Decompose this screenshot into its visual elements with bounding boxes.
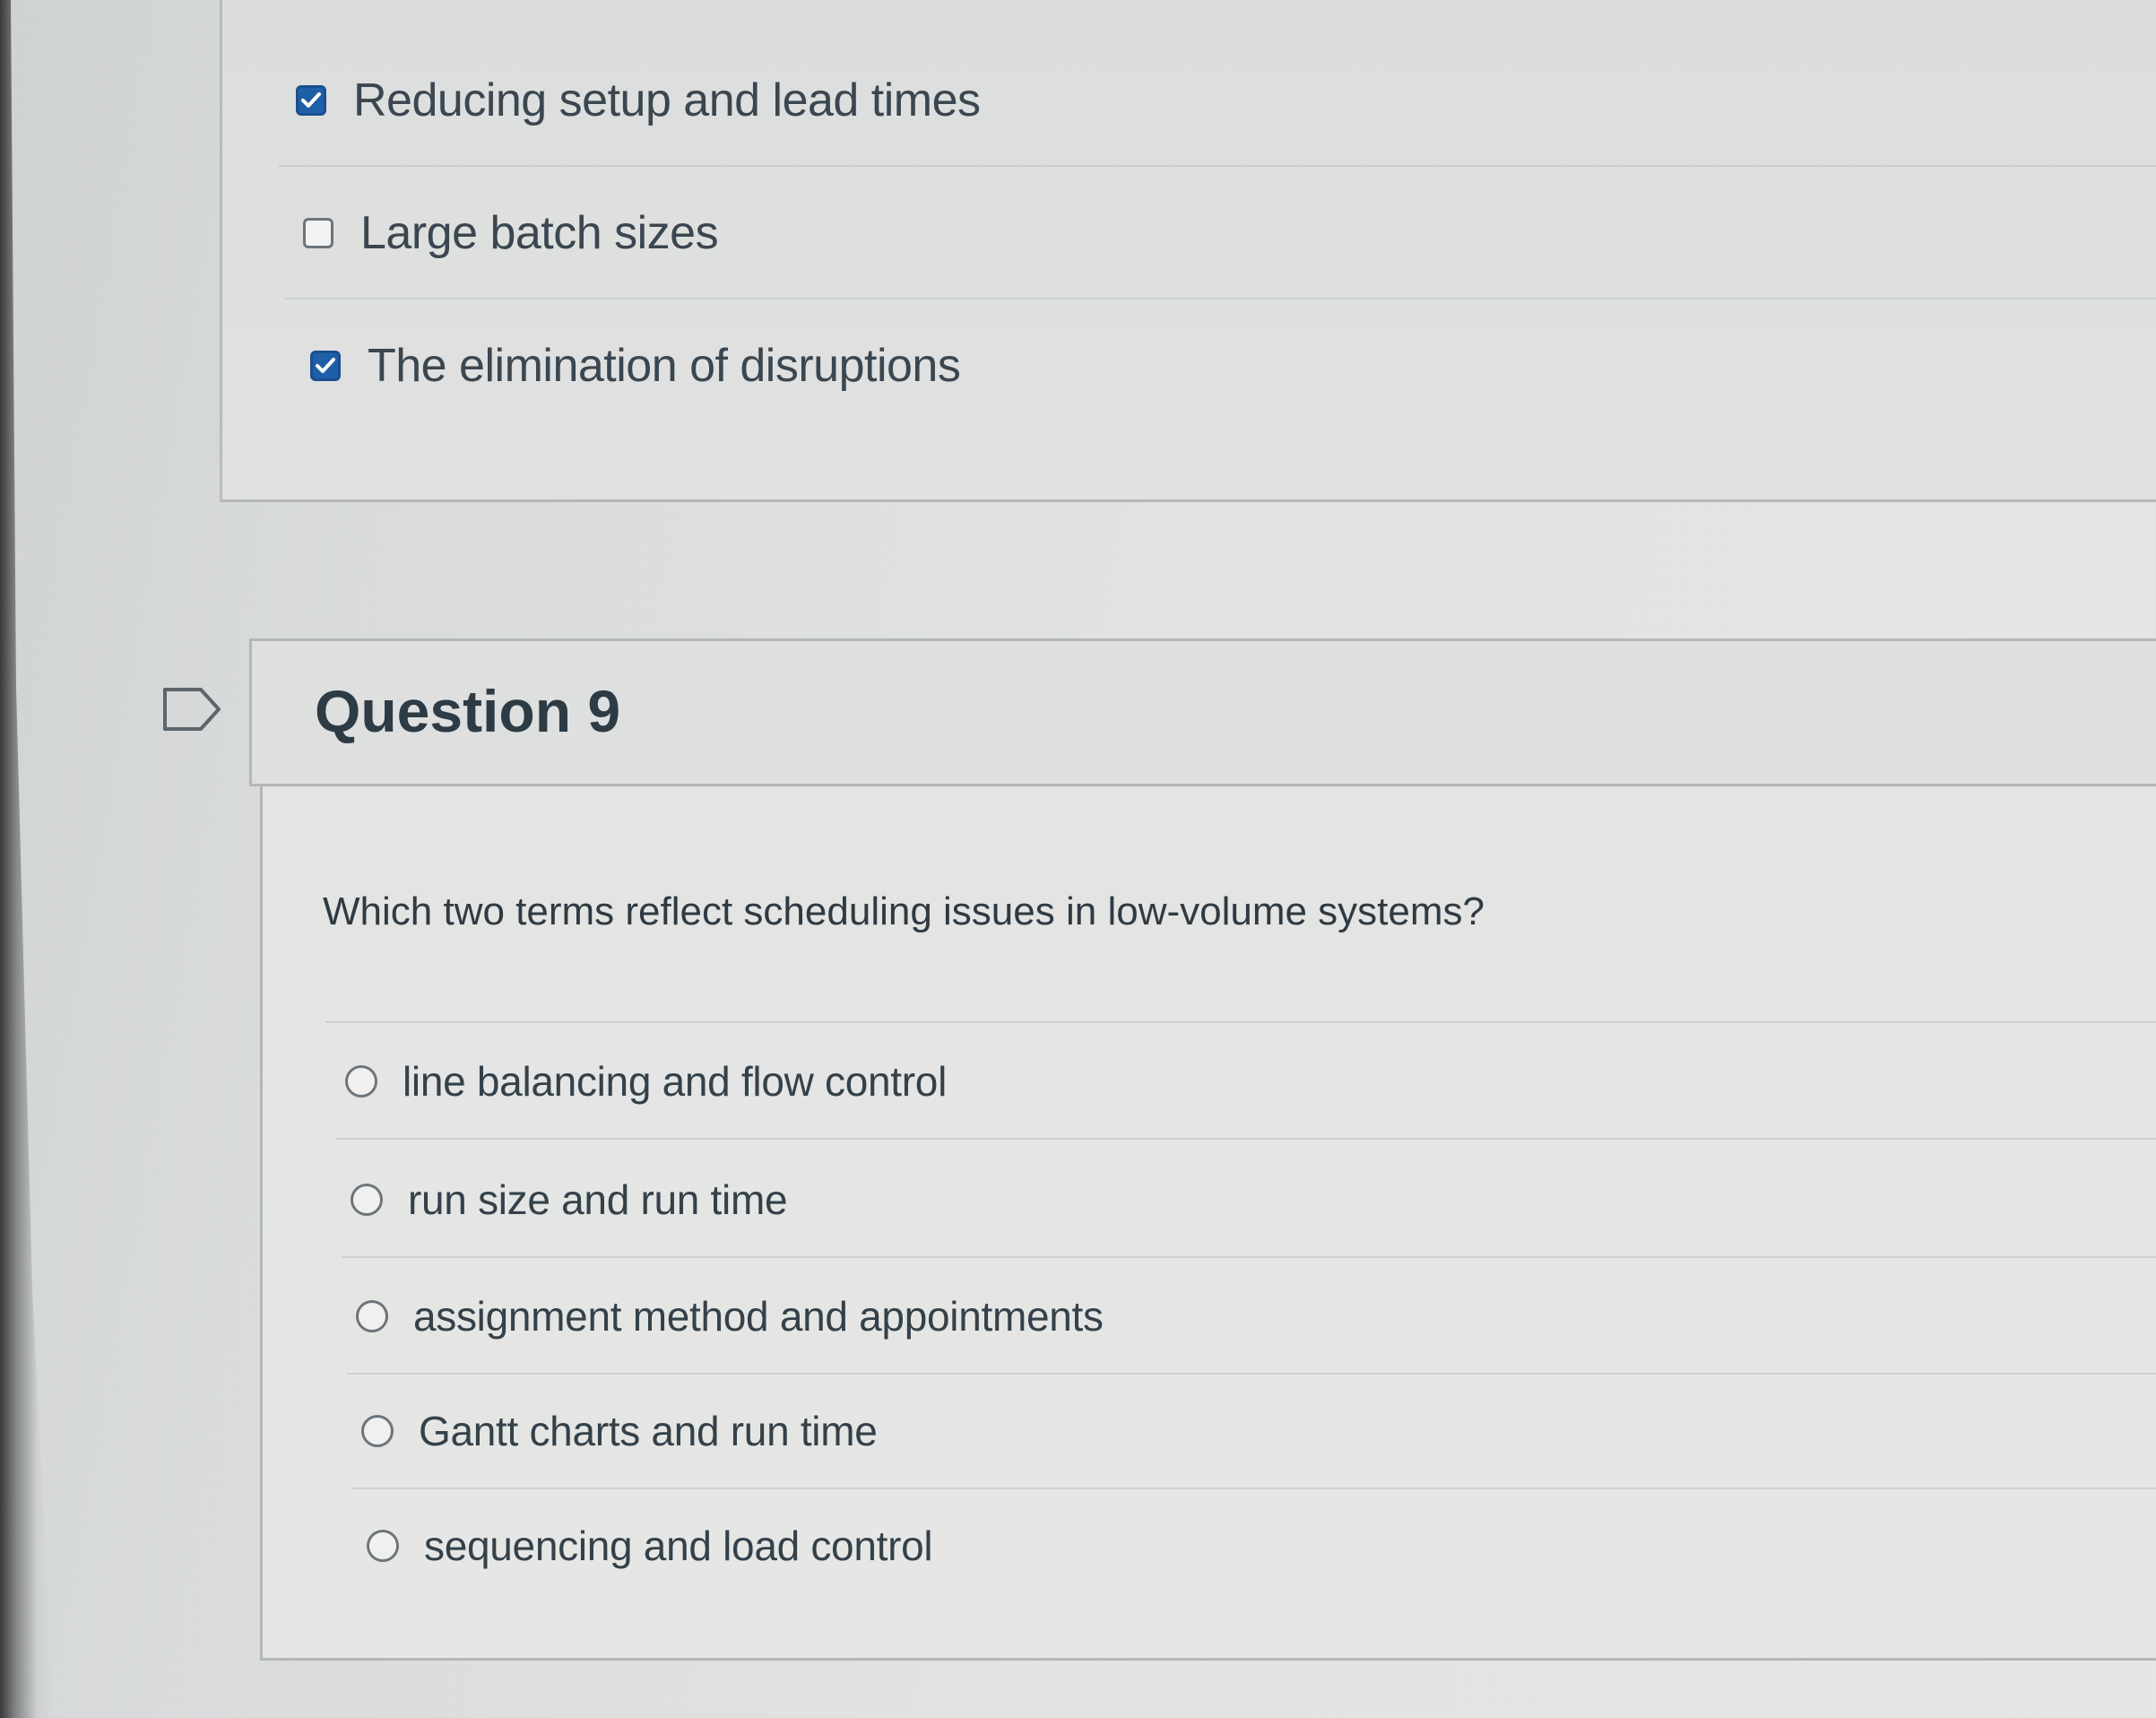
answer-option-2[interactable]: run size and run time: [342, 1141, 2156, 1258]
screen-edge-shadow: [0, 0, 54, 1718]
checkbox-unchecked[interactable]: [303, 218, 333, 248]
option-label: The elimination of disruptions: [368, 340, 961, 392]
radio-button[interactable]: [367, 1530, 399, 1562]
divider: [285, 298, 2156, 299]
checkbox-checked[interactable]: [310, 351, 341, 381]
radio-button[interactable]: [351, 1184, 383, 1216]
option-label: Large batch sizes: [360, 207, 719, 259]
radio-button[interactable]: [356, 1300, 388, 1332]
answer-label: sequencing and load control: [424, 1523, 933, 1569]
question-8-option-2[interactable]: Large batch sizes: [285, 190, 2156, 299]
answer-label: line balancing and flow control: [403, 1058, 947, 1105]
checkmark-icon: [316, 358, 335, 373]
radio-button[interactable]: [361, 1415, 394, 1447]
answer-option-5[interactable]: sequencing and load control: [367, 1488, 2156, 1604]
flag-question-icon[interactable]: [161, 686, 222, 733]
question-title: Question 9: [315, 678, 621, 744]
answer-label: run size and run time: [408, 1176, 788, 1223]
answer-label: Gantt charts and run time: [419, 1408, 878, 1454]
question-9-header: Question 9: [249, 638, 2156, 786]
checkbox-checked[interactable]: [296, 85, 326, 116]
question-prompt: Which two terms reflect scheduling issue…: [323, 889, 1485, 933]
radio-button[interactable]: [345, 1065, 377, 1098]
answer-option-3[interactable]: assignment method and appointments: [347, 1258, 2156, 1375]
checkmark-icon: [301, 92, 321, 108]
option-label: Reducing setup and lead times: [353, 74, 981, 126]
question-8-option-1[interactable]: Reducing setup and lead times: [278, 57, 2156, 167]
divider: [336, 1138, 2156, 1140]
question-8-option-3[interactable]: The elimination of disruptions: [310, 323, 2156, 409]
answer-option-1[interactable]: line balancing and flow control: [336, 1023, 2156, 1140]
answer-option-4[interactable]: Gantt charts and run time: [352, 1373, 2156, 1489]
answer-label: assignment method and appointments: [413, 1293, 1104, 1340]
divider: [278, 165, 2156, 167]
question-9-body: Which two terms reflect scheduling issue…: [260, 786, 2156, 1661]
